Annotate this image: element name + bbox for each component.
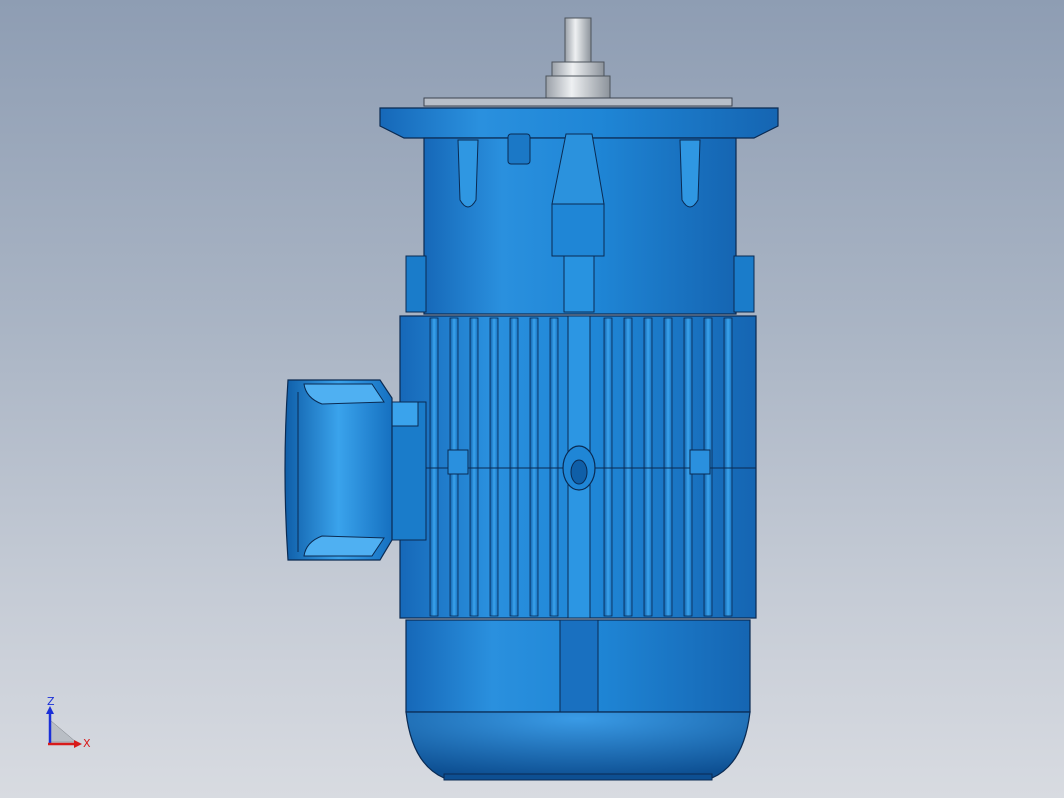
fan-cowl[interactable] — [405, 619, 751, 781]
flange-top-face — [423, 97, 733, 107]
pad-left — [447, 449, 469, 475]
pad-right — [689, 449, 711, 475]
motor-model[interactable] — [0, 0, 1064, 798]
cooling-fin — [509, 317, 519, 617]
terminal-box[interactable] — [284, 379, 427, 561]
rib-left — [457, 139, 479, 208]
cooling-fin — [529, 317, 539, 617]
lifting-eye-icon[interactable] — [562, 445, 596, 491]
rib-right — [679, 139, 701, 208]
stator-finned-body[interactable] — [399, 315, 757, 619]
x-axis-label: X — [83, 737, 91, 750]
cooling-fin — [489, 317, 499, 617]
cover-gland-top — [303, 383, 385, 405]
cooling-fin — [429, 317, 439, 617]
cowl-base-ring — [443, 773, 713, 781]
shaft[interactable] — [545, 17, 611, 101]
z-axis-label: Z — [47, 695, 55, 708]
center-rib-base — [551, 203, 605, 257]
cooling-fin — [643, 317, 653, 617]
cooling-fin — [623, 317, 633, 617]
cooling-fin — [723, 317, 733, 617]
terminal-cover — [284, 379, 393, 561]
upper-housing[interactable] — [405, 133, 755, 315]
flange[interactable] — [379, 97, 779, 139]
cooling-fin — [469, 317, 479, 617]
cad-viewport[interactable]: Z X — [0, 0, 1064, 798]
center-lug — [563, 255, 595, 313]
cowl-end-cap — [405, 711, 751, 779]
cooling-fin — [549, 317, 559, 617]
bolt-tab-left — [405, 255, 427, 313]
shaft-bearing — [545, 75, 611, 101]
bolt-tab-right — [733, 255, 755, 313]
cooling-fin — [663, 317, 673, 617]
coordinate-triad-icon: Z X — [36, 694, 106, 764]
shaft-tip — [564, 17, 592, 67]
shaft-collar — [551, 61, 605, 77]
cooling-fin — [603, 317, 613, 617]
triad-plane — [49, 719, 77, 743]
cowl-center-ridge — [559, 619, 599, 713]
cover-gland-bottom — [303, 535, 385, 557]
slot — [507, 133, 531, 165]
x-arrow-icon — [74, 740, 82, 748]
